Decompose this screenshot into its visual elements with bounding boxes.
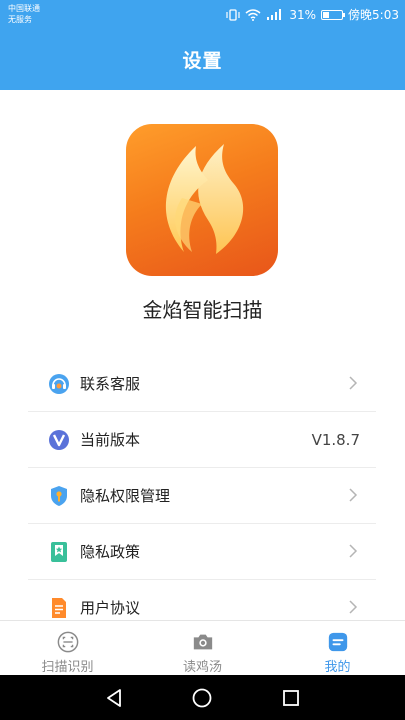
menu-label: 联系客服 bbox=[80, 375, 141, 393]
chevron-right-icon bbox=[349, 544, 358, 558]
recents-square-icon[interactable] bbox=[282, 689, 300, 707]
app-header: 设置 bbox=[0, 28, 405, 90]
bottom-tab-bar: 扫描识别 读鸡汤 我的 bbox=[0, 620, 405, 675]
menu-item-contact-support[interactable]: 联系客服 bbox=[28, 356, 376, 412]
camera-icon bbox=[193, 634, 212, 650]
tab-label: 读鸡汤 bbox=[182, 660, 222, 675]
menu-label: 当前版本 bbox=[80, 431, 141, 449]
settings-menu: 联系客服 当前版本 V1.8.7 隐私权限管理 隐私政策 用户协议 bbox=[28, 356, 376, 636]
carrier-name: 中国联通 bbox=[8, 4, 40, 13]
tab-read[interactable]: 读鸡汤 bbox=[135, 621, 270, 675]
document-icon bbox=[48, 597, 70, 619]
app-logo bbox=[126, 124, 278, 276]
tab-mine[interactable]: 我的 bbox=[270, 621, 405, 675]
back-triangle-icon[interactable] bbox=[105, 688, 123, 708]
menu-item-current-version[interactable]: 当前版本 V1.8.7 bbox=[28, 412, 376, 468]
status-bar: 中国联通 无服务 31% 傍晚5:03 bbox=[0, 0, 405, 28]
scan-icon bbox=[57, 631, 78, 653]
tab-label: 我的 bbox=[324, 660, 351, 675]
vibrate-icon bbox=[226, 8, 240, 21]
version-number: V1.8.7 bbox=[311, 430, 360, 449]
home-circle-icon[interactable] bbox=[192, 688, 212, 708]
headset-icon bbox=[48, 373, 70, 395]
wifi-icon bbox=[245, 8, 261, 21]
menu-item-privacy-policy[interactable]: 隐私政策 bbox=[28, 524, 376, 580]
version-v-icon bbox=[48, 429, 70, 451]
flame-logo-icon bbox=[165, 144, 244, 254]
menu-item-privacy-permissions[interactable]: 隐私权限管理 bbox=[28, 468, 376, 524]
chevron-right-icon bbox=[349, 376, 358, 390]
chevron-right-icon bbox=[349, 488, 358, 502]
carrier-service: 无服务 bbox=[8, 15, 32, 24]
page-title: 设置 bbox=[182, 49, 223, 72]
app-name: 金焰智能扫描 bbox=[142, 298, 263, 322]
tab-label: 扫描识别 bbox=[41, 660, 94, 675]
status-time: 傍晚5:03 bbox=[348, 8, 399, 22]
profile-icon bbox=[328, 632, 347, 652]
carrier-info: 中国联通 无服务 bbox=[8, 3, 40, 25]
shield-lock-icon bbox=[48, 485, 70, 507]
battery-level bbox=[323, 11, 330, 18]
tab-scan[interactable]: 扫描识别 bbox=[0, 621, 135, 675]
battery-percent: 31% bbox=[289, 7, 317, 22]
menu-label: 隐私政策 bbox=[80, 543, 141, 561]
battery-icon bbox=[321, 9, 346, 20]
chevron-right-icon bbox=[349, 600, 358, 614]
menu-label: 用户协议 bbox=[80, 599, 141, 617]
signal-icon bbox=[266, 8, 284, 21]
menu-label: 隐私权限管理 bbox=[80, 487, 171, 505]
bookmark-icon bbox=[48, 541, 70, 563]
status-indicators: 31% 傍晚5:03 bbox=[226, 6, 399, 23]
system-nav-bar bbox=[0, 675, 405, 720]
